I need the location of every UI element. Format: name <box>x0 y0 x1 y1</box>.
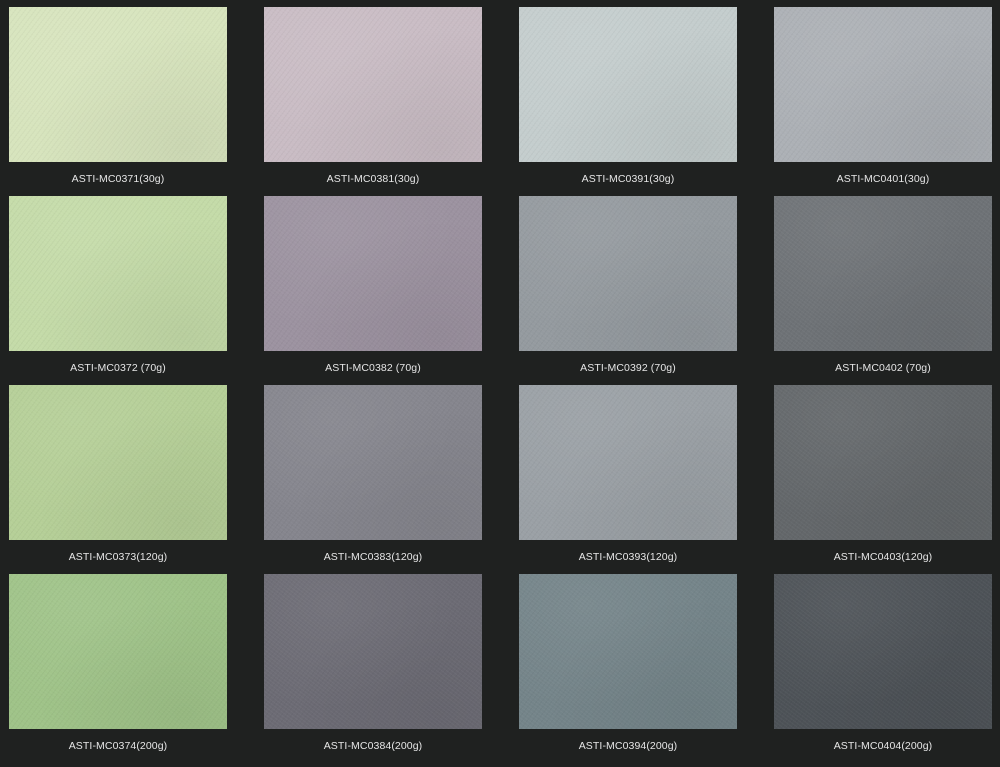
swatch-label: ASTI-MC0404(200g) <box>833 740 933 752</box>
swatch-label: ASTI-MC0392 (70g) <box>580 362 676 374</box>
swatch-sample[interactable] <box>519 385 737 540</box>
swatch-label: ASTI-MC0403(120g) <box>833 551 933 563</box>
swatch-label: ASTI-MC0394(200g) <box>578 740 678 752</box>
swatch-sample[interactable] <box>9 385 227 540</box>
swatch-sample[interactable] <box>774 196 992 351</box>
swatch-card[interactable]: ASTI-MC0382 (70g) <box>264 196 482 375</box>
swatch-card[interactable]: ASTI-MC0374(200g) <box>9 574 227 753</box>
swatch-sample[interactable] <box>9 196 227 351</box>
swatch-sample[interactable] <box>774 385 992 540</box>
swatch-label: ASTI-MC0402 (70g) <box>835 362 931 374</box>
swatch-sample[interactable] <box>9 574 227 729</box>
swatch-card[interactable]: ASTI-MC0372 (70g) <box>9 196 227 375</box>
swatch-label: ASTI-MC0381(30g) <box>326 173 420 185</box>
swatch-sample[interactable] <box>9 7 227 162</box>
swatch-label: ASTI-MC0384(200g) <box>323 740 423 752</box>
swatch-sample[interactable] <box>519 574 737 729</box>
swatch-card[interactable]: ASTI-MC0392 (70g) <box>519 196 737 375</box>
swatch-label: ASTI-MC0382 (70g) <box>325 362 421 374</box>
swatch-label: ASTI-MC0373(120g) <box>68 551 168 563</box>
swatch-label: ASTI-MC0374(200g) <box>68 740 168 752</box>
swatch-sample[interactable] <box>264 385 482 540</box>
swatch-card[interactable]: ASTI-MC0402 (70g) <box>774 196 992 375</box>
swatch-card[interactable]: ASTI-MC0401(30g) <box>774 7 992 186</box>
swatch-sample[interactable] <box>774 574 992 729</box>
swatch-card[interactable]: ASTI-MC0384(200g) <box>264 574 482 753</box>
swatch-card[interactable]: ASTI-MC0371(30g) <box>9 7 227 186</box>
swatch-card[interactable]: ASTI-MC0381(30g) <box>264 7 482 186</box>
swatch-label: ASTI-MC0383(120g) <box>323 551 423 563</box>
swatch-label: ASTI-MC0371(30g) <box>71 173 165 185</box>
swatch-card[interactable]: ASTI-MC0373(120g) <box>9 385 227 564</box>
swatch-sample[interactable] <box>264 196 482 351</box>
swatch-card[interactable]: ASTI-MC0383(120g) <box>264 385 482 564</box>
swatch-sample[interactable] <box>264 574 482 729</box>
swatch-label: ASTI-MC0393(120g) <box>578 551 678 563</box>
swatch-card[interactable]: ASTI-MC0404(200g) <box>774 574 992 753</box>
swatch-card[interactable]: ASTI-MC0393(120g) <box>519 385 737 564</box>
swatch-card[interactable]: ASTI-MC0391(30g) <box>519 7 737 186</box>
swatch-sample[interactable] <box>519 7 737 162</box>
swatch-label: ASTI-MC0391(30g) <box>581 173 675 185</box>
swatch-card[interactable]: ASTI-MC0394(200g) <box>519 574 737 753</box>
swatch-card[interactable]: ASTI-MC0403(120g) <box>774 385 992 564</box>
swatch-grid: ASTI-MC0371(30g) ASTI-MC0381(30g) ASTI-M… <box>0 0 1000 767</box>
swatch-sample[interactable] <box>774 7 992 162</box>
swatch-sample[interactable] <box>264 7 482 162</box>
swatch-label: ASTI-MC0401(30g) <box>836 173 930 185</box>
swatch-sample[interactable] <box>519 196 737 351</box>
swatch-label: ASTI-MC0372 (70g) <box>70 362 166 374</box>
